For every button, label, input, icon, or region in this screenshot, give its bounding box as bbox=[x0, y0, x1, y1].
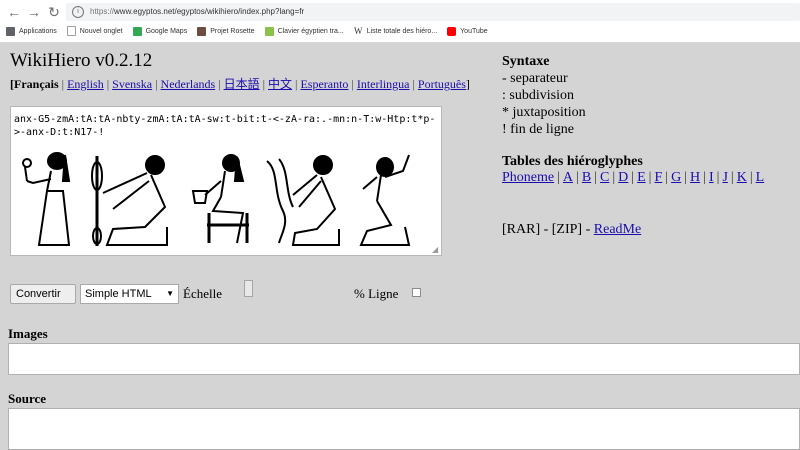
wikihiero-page: WikiHiero v0.2.12 [Français | English | Sven… bbox=[0, 43, 800, 450]
language-link-chinese[interactable]: 中文 bbox=[268, 77, 292, 91]
reload-icon[interactable]: ↻ bbox=[46, 4, 62, 20]
images-field[interactable] bbox=[8, 343, 800, 375]
table-link-d[interactable]: D bbox=[618, 170, 628, 185]
address-bar[interactable]: i https://www.egyptos.net/egyptos/wikihie… bbox=[66, 3, 800, 21]
scale-label: Échelle bbox=[183, 286, 222, 301]
page-title: WikiHiero v0.2.12 bbox=[10, 50, 153, 71]
hieroglyph-figure-man-raising-arm-icon bbox=[359, 154, 411, 246]
bookmarks-bar: Applications Nouvel onglet Google Maps Proj… bbox=[6, 25, 498, 39]
syntax-item: ! fin de ligne bbox=[502, 122, 574, 137]
youtube-icon bbox=[447, 26, 457, 36]
page-icon bbox=[66, 26, 76, 37]
bookmark-projet-rosette[interactable]: Projet Rosette bbox=[197, 25, 255, 39]
table-link-h[interactable]: H bbox=[690, 170, 700, 185]
scale-spinner[interactable] bbox=[244, 280, 253, 297]
language-link-english[interactable]: English bbox=[67, 77, 104, 91]
source-field[interactable] bbox=[8, 408, 800, 450]
hieroglyph-preview bbox=[22, 152, 411, 246]
bookmark-google-maps[interactable]: Google Maps bbox=[132, 25, 187, 39]
chevron-down-icon: ▼ bbox=[166, 289, 174, 298]
table-link-f[interactable]: F bbox=[654, 170, 662, 185]
hieroglyph-figure-seated-icon bbox=[191, 154, 249, 244]
hieroglyph-tables: Tables des hiéroglyphes Phoneme | A | B | C | D |… bbox=[502, 154, 765, 185]
url-scheme: https:// bbox=[90, 7, 115, 16]
language-selector: [Français | English | Svenska | Nederlands | 日本語… bbox=[10, 77, 470, 91]
table-link-b[interactable]: B bbox=[582, 170, 591, 185]
syntax-title: Syntaxe bbox=[502, 54, 550, 69]
language-link-portugues[interactable]: Português bbox=[418, 77, 466, 91]
hieroglyph-input-area[interactable]: anx-G5-zmA:tA:tA-nbty-zmA:tA:tA-sw:t-bit… bbox=[10, 106, 442, 256]
bookmark-applications[interactable]: Applications bbox=[6, 25, 57, 39]
hieroglyph-figure-man-staff-icon bbox=[91, 155, 168, 246]
bookmark-clavier[interactable]: Clavier égyptien tra... bbox=[264, 25, 344, 39]
line-percent-label: % Ligne bbox=[354, 286, 399, 301]
bookmark-new-tab[interactable]: Nouvel onglet bbox=[66, 25, 123, 39]
url-text: www.egyptos.net/egyptos/wikihiero/index.… bbox=[114, 7, 305, 16]
browser-chrome: ← → ↻ i https://www.egyptos.net/egyptos/w… bbox=[0, 0, 800, 43]
table-link-l[interactable]: L bbox=[756, 170, 765, 185]
table-link-k[interactable]: K bbox=[737, 170, 747, 185]
table-link-i[interactable]: I bbox=[709, 170, 714, 185]
table-link-a[interactable]: A bbox=[563, 170, 573, 185]
line-checkbox[interactable] bbox=[412, 288, 421, 297]
bookmark-liste-hieroglyphes[interactable]: W Liste totale des hiéro... bbox=[354, 25, 437, 39]
table-link-c[interactable]: C bbox=[600, 170, 609, 185]
images-heading: Images bbox=[8, 326, 48, 341]
readme-link[interactable]: ReadMe bbox=[594, 222, 641, 237]
info-icon[interactable]: i bbox=[72, 5, 84, 18]
source-heading: Source bbox=[8, 391, 47, 406]
syntax-panel: Syntaxe - separateur : subdivision * jux… bbox=[502, 53, 586, 138]
rosette-icon bbox=[197, 26, 207, 36]
language-link-nederlands[interactable]: Nederlands bbox=[161, 77, 216, 91]
table-link-g[interactable]: G bbox=[671, 170, 681, 185]
convert-button[interactable]: Convertir bbox=[10, 284, 76, 304]
language-link-interlingua[interactable]: Interlingua bbox=[357, 77, 410, 91]
format-select[interactable]: Simple HTML ▼ bbox=[80, 284, 179, 304]
hieroglyph-code-text[interactable]: anx-G5-zmA:tA:tA-nbty-zmA:tA:tA-sw:t-bit… bbox=[14, 113, 438, 139]
downloads: [RAR] - [ZIP] - ReadMe bbox=[502, 222, 641, 238]
syntax-item: - separateur bbox=[502, 71, 568, 86]
syntax-item: : subdivision bbox=[502, 88, 574, 103]
format-select-value: Simple HTML bbox=[85, 288, 152, 300]
back-icon[interactable]: ← bbox=[6, 4, 22, 20]
wikipedia-icon: W bbox=[353, 25, 363, 36]
hieroglyph-figure-kneeling-plant-icon bbox=[266, 155, 340, 246]
language-bracket-close: ] bbox=[465, 77, 470, 91]
table-link-phoneme[interactable]: Phoneme bbox=[502, 170, 554, 185]
apps-grid-icon bbox=[6, 26, 15, 36]
language-link-svenska[interactable]: Svenska bbox=[112, 77, 152, 91]
keyboard-icon bbox=[264, 26, 274, 36]
table-link-j[interactable]: J bbox=[722, 170, 727, 185]
language-current: [Français bbox=[10, 77, 59, 91]
maps-icon bbox=[132, 26, 142, 36]
language-link-japanese[interactable]: 日本語 bbox=[224, 77, 260, 91]
bookmark-youtube[interactable]: YouTube bbox=[447, 25, 488, 39]
hieroglyph-figure-woman-icon bbox=[22, 152, 71, 246]
resize-handle-icon[interactable]: ◢ bbox=[432, 246, 440, 254]
download-links-text: [RAR] - [ZIP] - bbox=[502, 222, 591, 237]
forward-icon[interactable]: → bbox=[26, 4, 42, 20]
language-link-esperanto[interactable]: Esperanto bbox=[300, 77, 348, 91]
syntax-item: * juxtaposition bbox=[502, 105, 586, 120]
tables-title: Tables des hiéroglyphes bbox=[502, 154, 643, 169]
table-link-e[interactable]: E bbox=[637, 170, 646, 185]
